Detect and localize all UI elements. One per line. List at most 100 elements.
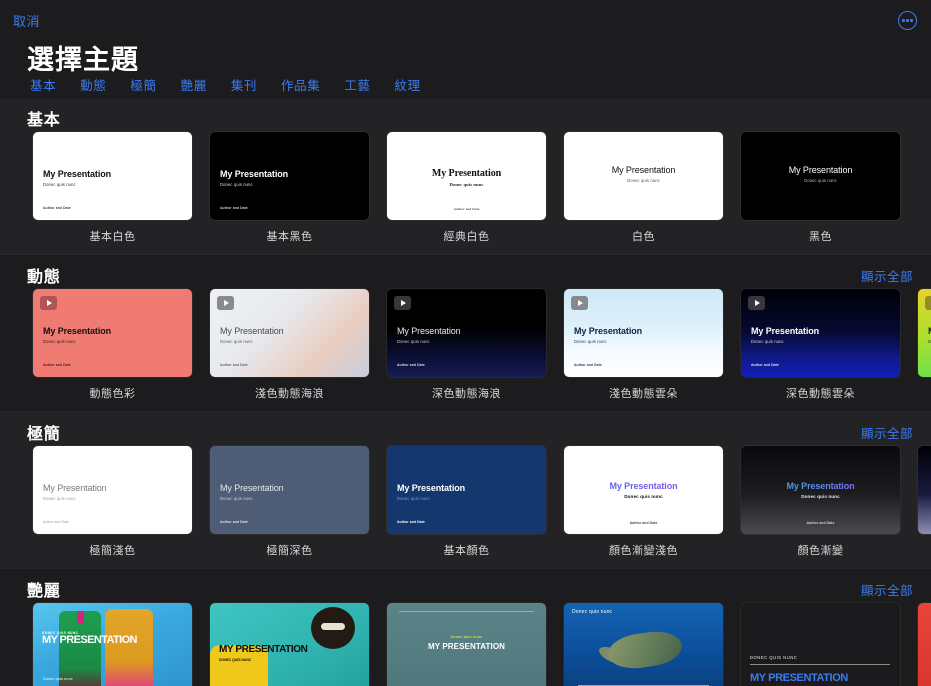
slide-title: My Presentation [564,482,723,492]
section-vibrant: 艷麗 顯示全部 DONEC QUIS NUNC MY PRESENTATION … [0,569,931,686]
play-icon[interactable] [571,296,588,310]
theme-thumbnail-white[interactable]: My Presentation Donec quis nunc [564,132,723,220]
theme-thumbnail-dark-dynamic-waves[interactable]: My Presentation Donec quis nunc Author a… [387,289,546,377]
theme-cell[interactable]: My Presentation Donec quis nunc Author a… [33,132,192,254]
slide-subtitle: Donec quis nunc [43,677,73,681]
slide-footer: Author and Date [220,520,248,524]
theme-thumbnail-classic-white[interactable]: My Presentation Donec quis nunc Author a… [387,132,546,220]
theme-caption: 白色 [564,228,723,244]
slide-footer: Author and Date [43,520,69,524]
more-options-icon[interactable] [898,11,917,30]
theme-cell[interactable]: My Presentation Donec quis nunc Author a… [741,289,900,411]
theme-thumbnail-dynamic-color[interactable]: My Presentation Donec quis nunc Author a… [33,289,192,377]
play-icon[interactable] [40,296,57,310]
slide-text-block: DONEC QUIS NUNC MY PRESENTATION [42,631,137,646]
theme-cell[interactable]: My Presentation Donec quis nunc Author a… [210,132,369,254]
show-all-minimal[interactable]: 顯示全部 [861,423,913,442]
theme-caption: 顏色漸變 [741,542,900,558]
theme-cell[interactable] [918,603,931,686]
slide-title: My Presentation [397,484,465,494]
theme-caption: 極簡深色 [210,542,369,558]
theme-thumbnail-gradient-dark[interactable]: My Presentation Donec quis nunc Author a… [741,446,900,534]
theme-thumbnail-vibrant-3[interactable]: Donec quis nunc MY PRESENTATION [387,603,546,686]
slide-title: My Presentation [220,484,284,494]
theme-cell[interactable]: My Presentation Donec quis nunc Author a… [33,289,192,411]
theme-thumbnail-light-dynamic-clouds[interactable]: My Presentation Donec quis nunc Author a… [564,289,723,377]
slide-subtitle: Donec quis nunc [751,339,819,344]
theme-cell[interactable]: My Presentation Donec quis nunc Author a… [387,289,546,411]
theme-cell[interactable]: My Presentation Donec quis nunc Author a… [387,446,546,568]
theme-cell[interactable]: My Presentation Donec quis nunc [918,289,931,411]
slide-footer: Author and Date [43,206,71,210]
theme-thumbnail-dark-dynamic-clouds[interactable]: My Presentation Donec quis nunc Author a… [741,289,900,377]
tab-editorial[interactable]: 集刊 [231,75,257,94]
theme-cell[interactable]: My Presentation Donec quis nunc 白色 [564,132,723,254]
theme-cell[interactable]: My Presentation Donec quis nunc Author a… [210,289,369,411]
theme-thumbnail-light-dynamic-waves[interactable]: My Presentation Donec quis nunc Author a… [210,289,369,377]
theme-cell[interactable]: Donec quis nunc MY PRESENTATION [387,603,546,686]
theme-cell[interactable]: My Presentation Donec quis nunc Author a… [564,289,723,411]
tab-dynamic[interactable]: 動態 [80,75,106,94]
theme-caption: 基本黑色 [210,228,369,244]
show-all-vibrant[interactable]: 顯示全部 [861,580,913,599]
tab-texture[interactable]: 紋理 [395,75,421,94]
show-all-dynamic[interactable]: 顯示全部 [861,266,913,285]
slide-text-block: My Presentation Donec quis nunc [220,327,284,344]
tab-basic[interactable]: 基本 [30,75,56,94]
theme-thumbnail-partial-green[interactable]: My Presentation Donec quis nunc [918,289,931,377]
slide-title: My Presentation [387,168,546,179]
slide-footer: Author and Date [220,206,248,210]
theme-thumbnail-vibrant-2[interactable]: MY PRESENTATION DONEC QUIS NUNC [210,603,369,686]
play-icon[interactable] [925,296,931,310]
theme-cell[interactable] [918,446,931,568]
slide-title: MY PRESENTATION [219,645,307,656]
theme-caption: 黑色 [741,228,900,244]
slide-text-block: Donec quis nunc MY PRESENTATION [387,635,546,651]
theme-cell[interactable]: My Presentation Donec quis nunc Author a… [33,446,192,568]
section-header-minimal: 極簡 顯示全部 [0,412,931,446]
themes-scroll-area[interactable]: 基本 My Presentation Donec quis nunc Autho… [0,98,931,686]
theme-thumbnail-minimal-dark[interactable]: My Presentation Donec quis nunc Author a… [210,446,369,534]
theme-thumbnail-basic-white[interactable]: My Presentation Donec quis nunc Author a… [33,132,192,220]
slide-subtitle: Donec quis nunc [387,182,546,187]
play-icon[interactable] [217,296,234,310]
theme-thumbnail-vibrant-5[interactable]: DONEC QUIS NUNC MY PRESENTATION [741,603,900,686]
slide-text-block: My Presentation Donec quis nunc [564,482,723,499]
theme-caption: 基本顏色 [387,542,546,558]
slide-subtitle: Donec quis nunc [741,494,900,499]
photo-figure [105,609,153,686]
theme-thumbnail-partial-lavender[interactable] [918,446,931,534]
theme-cell[interactable]: My Presentation Donec quis nunc Author a… [210,446,369,568]
theme-cell[interactable]: My Presentation Donec quis nunc Author a… [564,446,723,568]
play-icon[interactable] [748,296,765,310]
theme-cell[interactable]: My Presentation Donec quis nunc Author a… [387,132,546,254]
theme-thumbnail-gradient-light[interactable]: My Presentation Donec quis nunc Author a… [564,446,723,534]
slide-footer: Author and Date [564,521,723,525]
slide-text-block: My Presentation Donec quis nunc [574,327,642,344]
theme-caption: 顏色漸變淺色 [564,542,723,558]
tab-vibrant[interactable]: 艷麗 [181,75,207,94]
theme-cell[interactable]: DONEC QUIS NUNC MY PRESENTATION [741,603,900,686]
cancel-button[interactable]: 取消 [13,11,40,30]
theme-thumbnail-minimal-light[interactable]: My Presentation Donec quis nunc Author a… [33,446,192,534]
theme-cell[interactable]: My Presentation Donec quis nunc 黑色 [741,132,900,254]
theme-thumbnail-basic-black[interactable]: My Presentation Donec quis nunc Author a… [210,132,369,220]
tab-minimal[interactable]: 極簡 [130,75,156,94]
play-icon[interactable] [394,296,411,310]
slide-footer: Author and Date [397,363,425,367]
theme-cell[interactable]: MY PRESENTATION DONEC QUIS NUNC [210,603,369,686]
theme-thumbnail-basic-color[interactable]: My Presentation Donec quis nunc Author a… [387,446,546,534]
theme-thumbnail-vibrant-4[interactable]: Donec quis nunc [564,603,723,686]
theme-thumbnail-vibrant-1[interactable]: DONEC QUIS NUNC MY PRESENTATION Donec qu… [33,603,192,686]
tab-portfolio[interactable]: 作品集 [281,75,320,94]
theme-cell[interactable]: DONEC QUIS NUNC MY PRESENTATION Donec qu… [33,603,192,686]
theme-caption: 淺色動態海浪 [210,385,369,401]
slide-footer: Author and Date [220,363,248,367]
theme-cell[interactable]: Donec quis nunc [564,603,723,686]
tab-craft[interactable]: 工藝 [344,75,370,94]
theme-thumbnail-black[interactable]: My Presentation Donec quis nunc [741,132,900,220]
theme-cell[interactable]: My Presentation Donec quis nunc Author a… [741,446,900,568]
theme-thumbnail-vibrant-6[interactable] [918,603,931,686]
section-title-dynamic: 動態 [27,263,61,287]
slide-title: My Presentation [43,170,111,180]
